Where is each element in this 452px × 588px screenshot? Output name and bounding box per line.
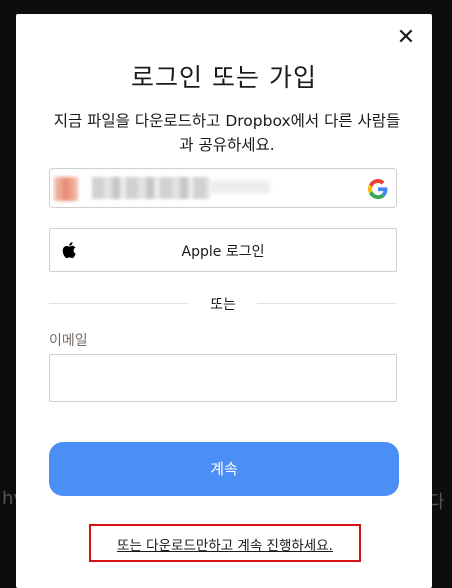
download-only-link[interactable]: 또는 다운로드만하고 계속 진행하세요. <box>91 534 359 554</box>
divider-text: 또는 <box>210 297 236 313</box>
account-email-blurred <box>210 181 270 193</box>
continue-button[interactable]: 계속 <box>49 442 399 496</box>
close-icon[interactable]: ✕ <box>396 27 416 49</box>
divider-line-right <box>257 303 397 304</box>
or-divider: 또는 <box>49 294 397 314</box>
account-avatar-blurred <box>54 177 78 201</box>
email-field[interactable] <box>49 354 397 402</box>
email-label: 이메일 <box>49 333 88 349</box>
apple-login-button[interactable]: Apple 로그인 <box>49 228 397 272</box>
account-name-blurred <box>92 177 210 199</box>
login-modal: ✕ 로그인 또는 가입 지금 파일을 다운로드하고 Dropbox에서 다른 사… <box>16 14 432 588</box>
apple-login-label: Apple 로그인 <box>181 244 265 260</box>
google-account-button[interactable] <box>49 168 397 208</box>
modal-subtitle: 지금 파일을 다운로드하고 Dropbox에서 다른 사람들과 공유하세요. <box>53 112 401 154</box>
download-link-highlight: 또는 다운로드만하고 계속 진행하세요. <box>89 524 361 562</box>
google-g-icon <box>368 179 388 199</box>
modal-title: 로그인 또는 가입 <box>131 63 317 92</box>
